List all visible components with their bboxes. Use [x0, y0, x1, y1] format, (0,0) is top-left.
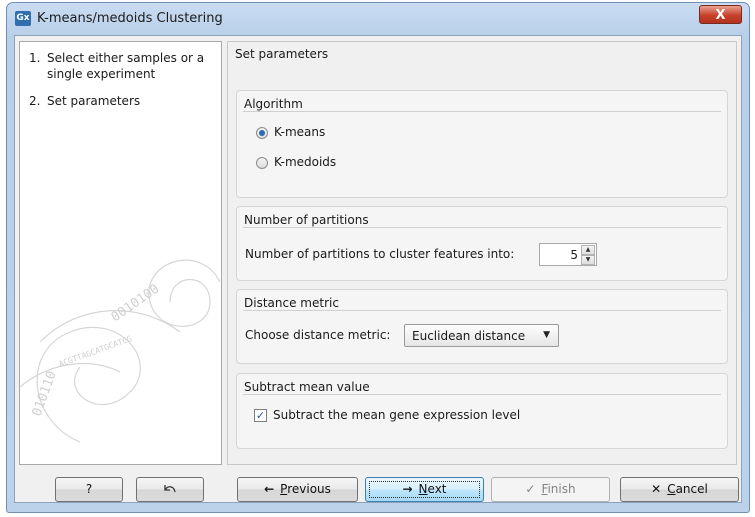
previous-label-rest: revious [287, 482, 331, 496]
algorithm-group: Algorithm K-means K-medoids [236, 90, 728, 198]
close-button[interactable]: X [699, 5, 742, 24]
finish-label-rest: inish [547, 482, 576, 496]
step-item-1: 1. Select either samples or a single exp… [29, 50, 214, 84]
step-item-2: 2. Set parameters [29, 93, 214, 111]
checkmark-icon: ✓ [525, 482, 536, 496]
decorative-spiral-graphic: 0010100 010110 ACGTTAGCATGCATCG [20, 259, 221, 443]
dialog-window: Gx K-means/medoids Clustering X 1. Selec… [6, 2, 750, 513]
partitions-group: Number of partitions Number of partition… [236, 206, 728, 281]
subtract-mean-group: Subtract mean value ✓ Subtract the mean … [236, 373, 728, 449]
spinner-up-icon[interactable]: ▲ [581, 245, 595, 255]
page-title: Set parameters [235, 47, 329, 61]
steps-panel: 1. Select either samples or a single exp… [19, 41, 222, 465]
group-title: Distance metric [244, 296, 339, 310]
dialog-body: 1. Select either samples or a single exp… [14, 35, 742, 503]
cancel-label-rest: ancel [675, 482, 708, 496]
reset-button[interactable] [136, 477, 204, 502]
step-label: Select either samples or a single experi… [47, 51, 205, 81]
chevron-down-icon[interactable]: ▼ [543, 330, 550, 340]
partitions-label: Number of partitions to cluster features… [245, 247, 515, 261]
group-title: Algorithm [244, 97, 303, 111]
spinner-value[interactable]: 5 [570, 248, 578, 262]
step-number: 2. [29, 94, 41, 108]
radio-label[interactable]: K-means [274, 125, 325, 139]
svg-text:ACGTTAGCATGCATCG: ACGTTAGCATGCATCG [58, 334, 134, 369]
previous-button[interactable]: ← Previous [237, 477, 358, 502]
checkbox-label[interactable]: Subtract the mean gene expression level [273, 408, 520, 422]
help-label: ? [85, 482, 93, 496]
radio-label[interactable]: K-medoids [274, 155, 336, 169]
group-title: Subtract mean value [244, 380, 370, 394]
distance-label: Choose distance metric: [245, 328, 391, 342]
help-button[interactable]: ? [55, 477, 123, 502]
undo-arrow-icon [164, 485, 176, 493]
radio-k-medoids[interactable] [256, 157, 268, 169]
cross-icon: ✕ [651, 482, 662, 496]
app-icon: Gx [15, 11, 31, 26]
group-divider [243, 227, 721, 228]
step-label: Set parameters [47, 94, 141, 108]
partitions-spinner[interactable]: 5 ▲ ▼ [539, 243, 597, 266]
cancel-mnemonic: C [667, 482, 676, 496]
radio-k-means[interactable] [256, 127, 268, 139]
group-divider [243, 111, 721, 112]
parameters-panel: Set parameters Algorithm K-means K-medoi… [227, 41, 737, 465]
subtract-mean-checkbox[interactable]: ✓ [254, 409, 267, 422]
group-divider [243, 310, 721, 311]
svg-text:0010100: 0010100 [109, 282, 162, 326]
arrow-left-icon: ← [264, 482, 275, 496]
dropdown-value[interactable]: Euclidean distance [412, 329, 525, 343]
distance-metric-dropdown[interactable]: Euclidean distance ▼ [404, 324, 559, 347]
finish-button[interactable]: ✓ Finish [491, 477, 610, 502]
title-bar[interactable]: Gx K-means/medoids Clustering X [7, 3, 749, 35]
step-number: 1. [29, 51, 41, 65]
next-button[interactable]: → Next [365, 477, 484, 502]
focus-outline [369, 481, 480, 498]
window-title: K-means/medoids Clustering [37, 11, 223, 26]
spinner-down-icon[interactable]: ▼ [581, 255, 595, 265]
distance-group: Distance metric Choose distance metric: … [236, 289, 728, 364]
group-title: Number of partitions [244, 213, 369, 227]
cancel-button[interactable]: ✕ Cancel [620, 477, 739, 502]
group-divider [243, 394, 721, 395]
